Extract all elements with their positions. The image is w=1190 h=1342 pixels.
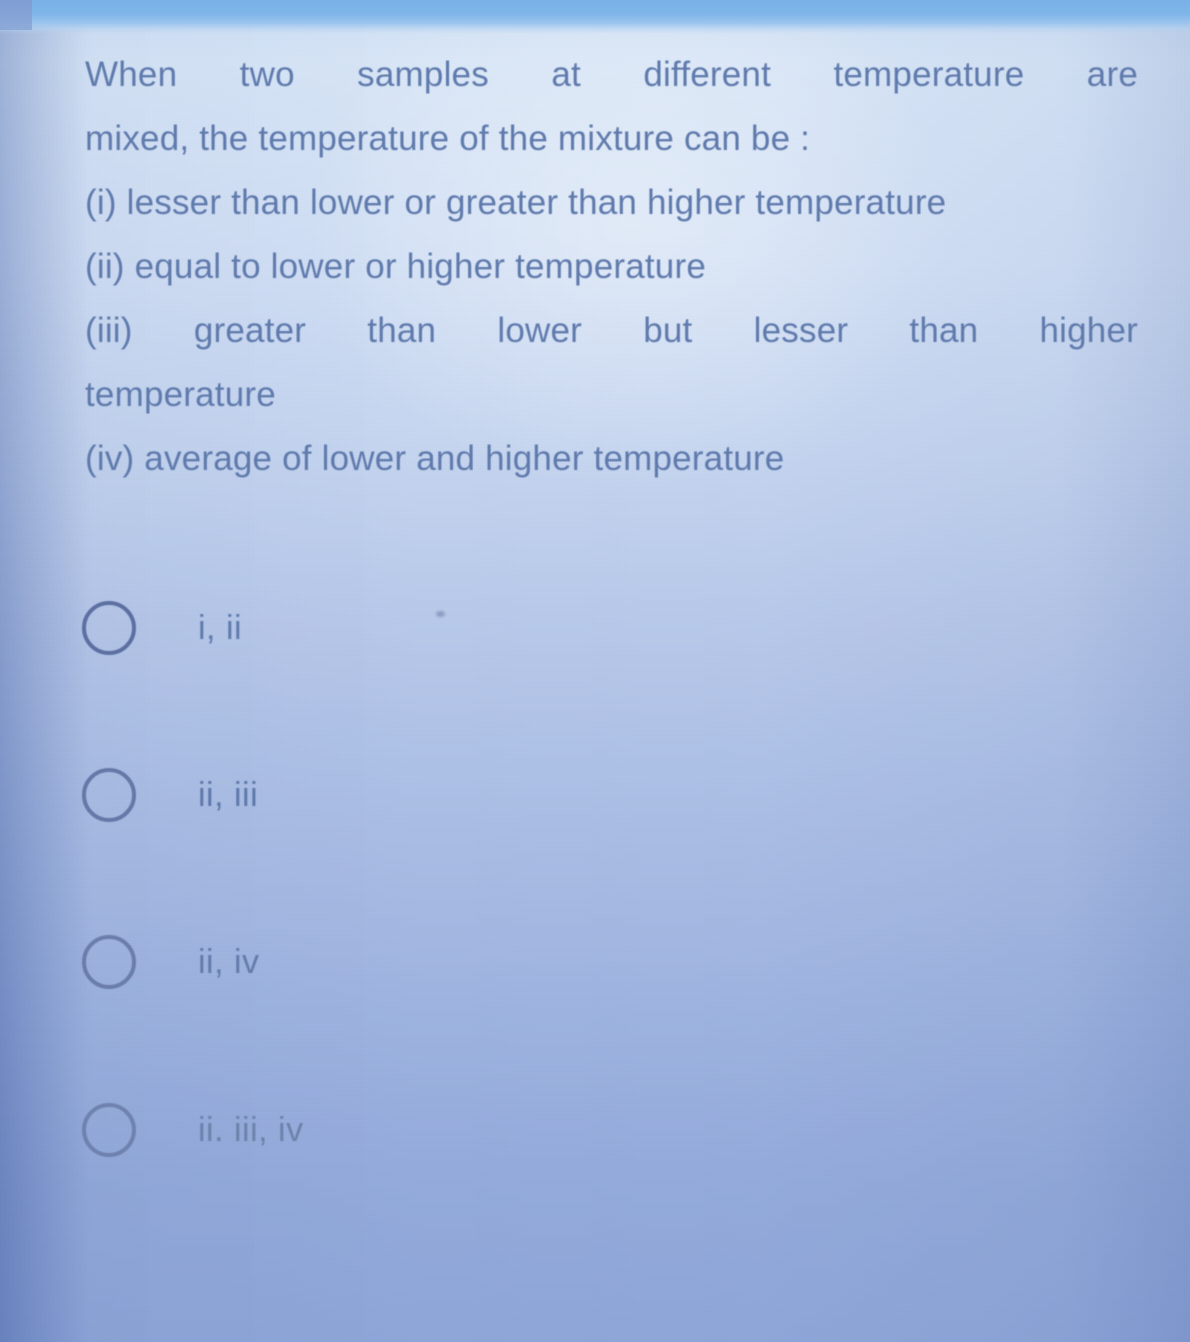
answer-option-4[interactable]: ii. iii, iv	[82, 1094, 782, 1166]
radio-button-icon[interactable]	[82, 768, 136, 822]
answer-option-3[interactable]: ii, iv	[82, 926, 782, 998]
photographed-screen: When two samples at different temperatur…	[0, 0, 1190, 1342]
answer-option-2[interactable]: ii, iii	[82, 759, 782, 831]
answer-option-2-label: ii, iii	[198, 775, 259, 814]
radio-button-icon[interactable]	[82, 601, 136, 655]
question-text: When two samples at different temperatur…	[85, 43, 1138, 491]
answer-option-1[interactable]: i, ii	[82, 592, 782, 664]
answer-option-3-label: ii, iv	[198, 942, 260, 981]
question-option-iii-continued: temperature	[85, 375, 276, 414]
answer-option-4-label: ii. iii, iv	[198, 1110, 304, 1149]
radio-button-icon[interactable]	[82, 935, 136, 989]
question-option-iv: (iv) average of lower and higher tempera…	[85, 439, 785, 478]
question-line-1: When two samples at different temperatur…	[85, 55, 1138, 94]
question-option-i: (i) lesser than lower or greater than hi…	[85, 183, 947, 222]
question-content: When two samples at different temperatur…	[0, 0, 1190, 1342]
answer-option-1-label: i, ii	[198, 608, 243, 647]
question-option-iii: (iii) greater than lower but lesser than…	[85, 311, 1138, 350]
radio-button-icon[interactable]	[82, 1103, 136, 1157]
question-line-2: mixed, the temperature of the mixture ca…	[85, 119, 811, 158]
question-option-ii: (ii) equal to lower or higher temperatur…	[85, 247, 706, 286]
